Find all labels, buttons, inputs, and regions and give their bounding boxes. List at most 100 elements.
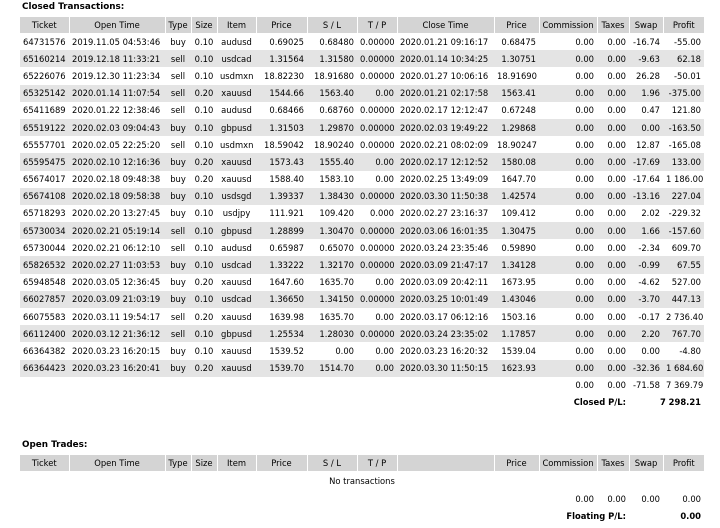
- type-cell: buy: [170, 208, 186, 219]
- closed-total-taxes: 0.00: [607, 380, 626, 391]
- close-time-cell: 2020.03.30 11:50:15: [397, 359, 494, 377]
- swap-cell: -0.17: [638, 311, 660, 322]
- taxes-cell: 0.00: [597, 222, 629, 240]
- closed-header-cell: Price: [255, 17, 307, 33]
- transaction-row: 65826532 2020.02.27 11:03:53 buy 0.10 usdcad…: [20, 256, 704, 274]
- open-time-cell: 2020.02.27 11:03:53: [69, 256, 165, 274]
- closed-header-cell: Size: [190, 17, 217, 33]
- commission-cell: 0.00: [575, 242, 594, 253]
- take-profit-cell: 0.00000: [357, 325, 397, 343]
- close-price-cell: 1.30475: [494, 222, 539, 240]
- open-time-cell: 2020.01.14 11:07:54: [69, 84, 165, 102]
- open-time-cell: 2020.02.21 05:19:14: [69, 222, 165, 240]
- size-cell: 0.20: [194, 277, 214, 288]
- open-header-cell: Size: [190, 455, 217, 471]
- commission-cell: 0.00: [575, 139, 594, 150]
- type-cell: buy: [165, 359, 191, 377]
- transaction-row: 65948548 2020.03.05 12:36:45 buy 0.20 xauusd…: [20, 274, 704, 291]
- close-time-cell: 2020.03.30 11:50:38: [397, 187, 494, 205]
- size-cell: 0.10: [194, 36, 214, 47]
- open-price-cell: 1.28899: [256, 222, 307, 240]
- type-cell: sell: [170, 70, 186, 81]
- type-cell: sell: [165, 325, 191, 343]
- commission-cell: 0.00: [575, 208, 594, 219]
- ticket-cell: 65595475: [20, 153, 69, 171]
- ticket-cell: 65160214: [20, 50, 69, 68]
- swap-cell: -16.74: [633, 36, 660, 47]
- size-cell: 0.20: [191, 359, 217, 377]
- open-time-cell: 2020.03.09 21:03:19: [69, 290, 165, 308]
- type-cell: sell: [165, 50, 191, 68]
- item-cell: audusd: [221, 36, 252, 47]
- close-time-cell: 2020.03.23 16:20:32: [400, 345, 489, 356]
- close-price-cell: 1503.16: [501, 311, 536, 322]
- item-cell: gbpusd: [217, 222, 256, 240]
- commission-cell: 0.00: [575, 70, 594, 81]
- close-time-cell: 2020.01.21 09:16:17: [400, 36, 489, 47]
- open-time-cell: 2020.02.18 09:48:38: [72, 174, 161, 185]
- stop-loss-cell: 1.29870: [307, 118, 357, 137]
- ticket-cell: 66075583: [23, 311, 66, 322]
- type-cell: sell: [165, 222, 191, 240]
- stop-loss-cell: 0.65070: [319, 242, 354, 253]
- summary-spacer: [20, 393, 539, 410]
- transaction-row: 64731576 2019.11.05 04:53:46 buy 0.10 audusd…: [20, 33, 704, 50]
- take-profit-cell: 0.00000: [357, 50, 397, 68]
- close-price-cell: 18.91690: [497, 70, 537, 81]
- close-price-cell: 1563.41: [494, 84, 539, 102]
- open-header-cell: [396, 455, 494, 471]
- stop-loss-cell: 18.90240: [314, 139, 354, 150]
- close-time-cell: 2020.03.09 21:47:17: [397, 256, 494, 274]
- take-profit-cell: 0.00000: [360, 105, 395, 116]
- closed-total-swap: -71.58: [633, 380, 660, 391]
- stop-loss-cell: 1.34150: [307, 290, 357, 308]
- take-profit-cell: 0.00000: [357, 118, 397, 137]
- open-price-cell: 1.25534: [256, 325, 307, 343]
- transaction-row: 65557701 2020.02.05 22:25:20 sell 0.10 usdmx…: [20, 136, 704, 153]
- take-profit-cell: 0.00: [357, 84, 397, 102]
- closed-transactions-table: Ticket Open Time Type Size Item Price S / LT /…: [20, 17, 704, 410]
- close-price-cell: 1580.08: [494, 153, 539, 171]
- closed-header-cell: Commission: [538, 17, 597, 33]
- size-cell: 0.10: [194, 208, 214, 219]
- closed-header-cell: Profit: [662, 17, 704, 33]
- commission-cell: 0.00: [575, 105, 594, 116]
- size-cell: 0.10: [191, 187, 217, 205]
- profit-cell: -229.32: [668, 208, 701, 219]
- profit-cell: 133.00: [663, 153, 704, 171]
- ticket-cell: 65325142: [20, 84, 69, 102]
- size-cell: 0.10: [194, 70, 214, 81]
- stop-loss-cell: 1.38430: [307, 187, 357, 205]
- closed-header-cell: Close Time: [396, 17, 494, 33]
- open-header-cell: Open Time: [68, 455, 165, 471]
- swap-cell: 12.87: [636, 139, 660, 150]
- profit-cell: 527.00: [671, 277, 701, 288]
- take-profit-cell: 0.00000: [357, 256, 397, 274]
- taxes-cell: 0.00: [597, 84, 629, 102]
- open-price-cell: 0.68466: [269, 105, 304, 116]
- size-cell: 0.10: [194, 139, 214, 150]
- close-time-cell: 2020.01.14 10:34:25: [397, 50, 494, 68]
- open-time-cell: 2020.02.03 09:04:43: [69, 118, 165, 137]
- open-time-cell: 2020.02.18 09:58:38: [69, 187, 165, 205]
- open-header-cell: Item: [216, 455, 256, 471]
- swap-cell: 26.28: [636, 70, 660, 81]
- stop-loss-cell: 1563.40: [307, 84, 357, 102]
- transaction-row: 66075583 2020.03.11 19:54:17 sell 0.20 xauus…: [20, 308, 704, 325]
- item-cell: usdcad: [217, 290, 256, 308]
- profit-cell: 62.18: [663, 50, 704, 68]
- close-price-cell: 109.412: [501, 208, 536, 219]
- commission-cell: 0.00: [539, 325, 597, 343]
- close-price-cell: 1623.93: [494, 359, 539, 377]
- type-cell: sell: [170, 242, 186, 253]
- ticket-cell: 65730044: [23, 242, 66, 253]
- ticket-cell: 66027857: [20, 290, 69, 308]
- open-header-cell: Type: [164, 455, 191, 471]
- swap-cell: 2.20: [629, 325, 663, 343]
- closed-header-cell: Type: [164, 17, 191, 33]
- closed-header-cell: Taxes: [596, 17, 629, 33]
- open-price-cell: 1588.40: [269, 174, 304, 185]
- take-profit-cell: 0.00000: [357, 222, 397, 240]
- commission-cell: 0.00: [575, 345, 594, 356]
- swap-cell: 0.00: [629, 118, 663, 137]
